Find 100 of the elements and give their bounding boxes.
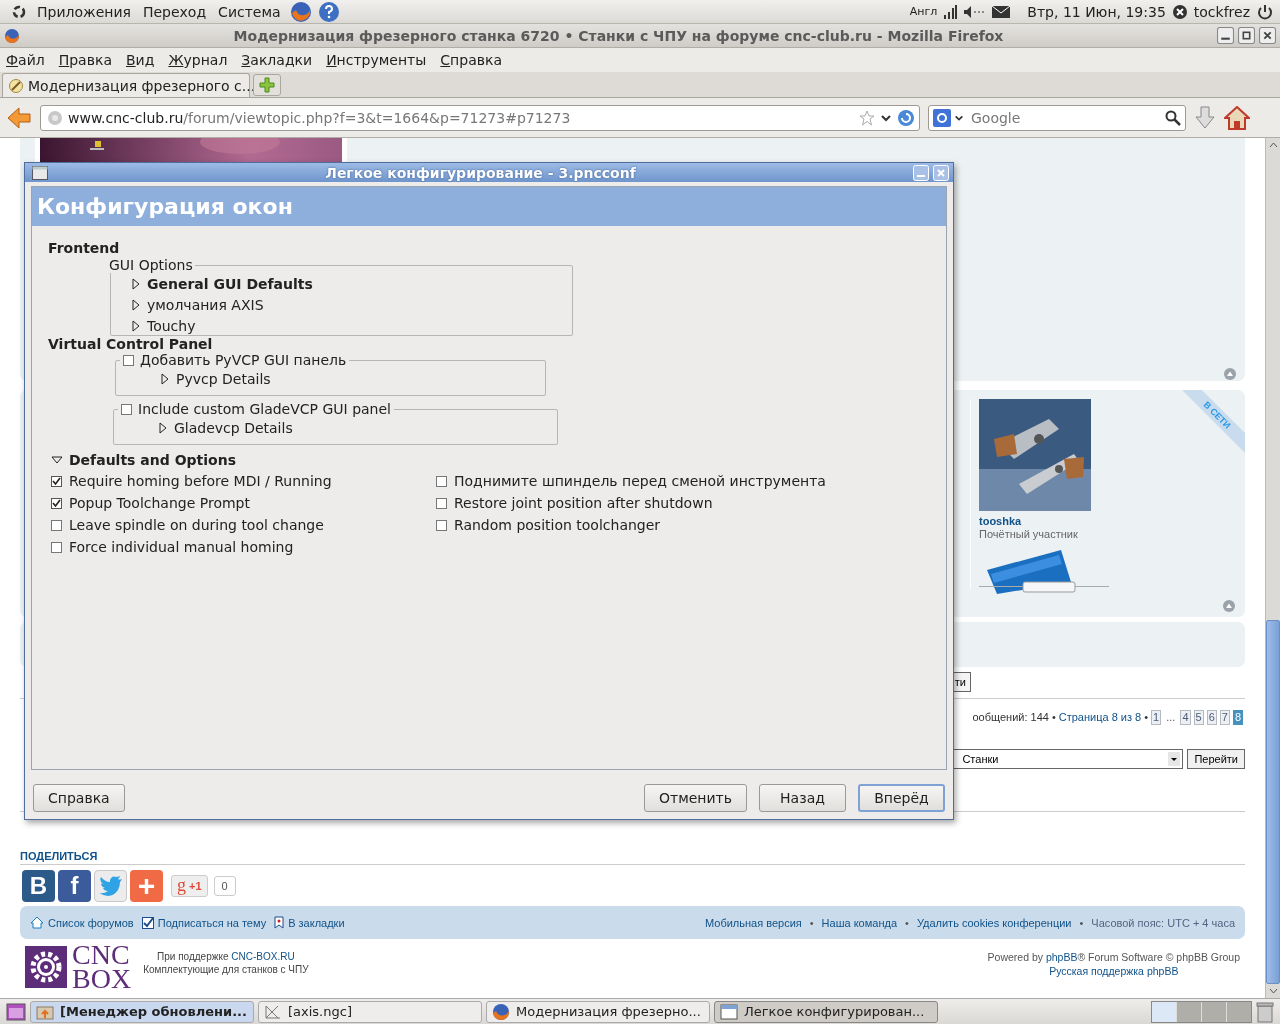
checkbox-label[interactable]: Добавить PyVCP GUI панель — [140, 352, 347, 368]
help-button[interactable]: Справка — [33, 784, 125, 812]
expander-icon[interactable] — [131, 298, 141, 311]
home-icon[interactable] — [1224, 105, 1250, 130]
trash-icon[interactable] — [1256, 1000, 1274, 1023]
checkbox[interactable] — [51, 541, 62, 553]
checkbox[interactable] — [436, 497, 447, 509]
expander-label[interactable]: Gladevcp Details — [174, 420, 293, 436]
reload-icon[interactable] — [897, 108, 915, 127]
checkbox-label[interactable]: Force individual manual homing — [69, 539, 294, 555]
scroll-top-icon[interactable] — [1224, 368, 1236, 380]
go-button[interactable]: Перейти — [1187, 749, 1245, 769]
google-plus-button[interactable]: g +1 — [171, 874, 208, 897]
keyboard-indicator[interactable]: Англ — [909, 5, 938, 18]
checkbox[interactable] — [436, 475, 447, 487]
forum-select[interactable]: Станки — [953, 749, 1184, 769]
expander-icon[interactable] — [51, 453, 63, 466]
clock[interactable]: Втр, 11 Июн, 19:35 — [1027, 3, 1166, 20]
expander-label[interactable]: Touchy — [147, 317, 196, 334]
panel-menu[interactable]: Система — [215, 3, 284, 20]
firefox-icon[interactable] — [289, 0, 312, 23]
dropdown-icon[interactable] — [1168, 752, 1181, 766]
twitter-share-button[interactable] — [94, 869, 127, 902]
expander-label[interactable]: Defaults and Options — [69, 451, 236, 468]
dialog-button[interactable]: Отменить — [644, 784, 747, 812]
facebook-share-button[interactable]: f — [58, 869, 91, 902]
taskbar-button[interactable]: Легкое конфигурирован... — [714, 1000, 938, 1023]
checkbox-label[interactable]: Поднимите шпиндель перед сменой инструмента — [454, 473, 826, 489]
expander-icon[interactable] — [160, 373, 170, 385]
checkbox-label[interactable]: Include custom GladeVCP GUI panel — [138, 401, 391, 417]
dialog-button[interactable]: Назад — [759, 784, 846, 812]
post-count: ообщений: 144 — [972, 711, 1049, 723]
menu-item[interactable]: Правка — [58, 52, 112, 68]
checkbox-label[interactable]: Random position toolchanger — [454, 517, 661, 533]
expander-icon[interactable] — [131, 319, 141, 332]
scroll-top-icon[interactable] — [1223, 600, 1235, 612]
checkbox[interactable] — [51, 497, 62, 509]
menu-item[interactable]: Справка — [440, 52, 502, 68]
nav-link[interactable]: Подписаться на тему — [157, 916, 267, 929]
desktop-icon[interactable] — [6, 1002, 26, 1021]
nav-link[interactable]: Список форумов — [48, 916, 134, 929]
signal-icon[interactable] — [943, 4, 958, 19]
search-engine-icon[interactable] — [933, 108, 951, 127]
phpbb-link[interactable]: phpBB — [1045, 951, 1078, 963]
expander-icon[interactable] — [158, 422, 168, 434]
nav-link[interactable]: В закладки — [288, 916, 345, 929]
checkbox[interactable] — [123, 354, 134, 366]
url-field[interactable]: www.cnc-club.ru/forum/viewtopic.php?f=3&t=1664&p=71273#p71273 — [40, 104, 920, 131]
minimize-icon[interactable] — [1217, 27, 1234, 44]
taskbar-button[interactable]: [Менеджер обновлени... — [30, 1000, 254, 1023]
nav-link[interactable]: Наша команда — [821, 916, 897, 929]
checkbox-label[interactable]: Restore joint position after shutdown — [454, 495, 713, 511]
menu-item[interactable]: Вид — [126, 52, 155, 68]
menu-item[interactable]: Закладки — [241, 52, 313, 68]
volume-icon[interactable] — [963, 4, 986, 19]
panel-menu[interactable]: Приложения — [34, 3, 134, 20]
checkbox[interactable] — [51, 475, 62, 487]
menu-item[interactable]: Файл — [6, 52, 45, 68]
nav-link[interactable]: Мобильная версия — [705, 916, 802, 929]
page-link[interactable]: 7 — [1219, 709, 1230, 725]
mail-icon[interactable] — [991, 4, 1012, 19]
maximize-icon[interactable] — [1238, 27, 1255, 44]
user-name[interactable]: tockfrez — [1193, 3, 1250, 20]
checkbox-label[interactable]: Leave spindle on during tool change — [69, 517, 324, 533]
checkbox[interactable] — [436, 519, 447, 531]
workspace-switcher[interactable] — [1151, 1000, 1252, 1023]
status-icon[interactable] — [1171, 3, 1188, 20]
checkbox[interactable] — [51, 519, 62, 531]
window-icon[interactable] — [32, 165, 48, 180]
author-link[interactable]: tooshka — [979, 515, 1022, 527]
search-icon[interactable] — [1165, 109, 1181, 126]
scrollbar[interactable] — [1265, 138, 1280, 998]
dialog-button[interactable]: Вперёд — [858, 784, 945, 812]
page-link[interactable]: 4 — [1180, 709, 1191, 725]
menu-item[interactable]: Журнал — [168, 52, 228, 68]
vk-share-button[interactable]: B — [22, 869, 55, 902]
expander-label[interactable]: General GUI Defaults — [147, 275, 313, 292]
expander-label[interactable]: Pyvcp Details — [176, 371, 271, 387]
taskbar-button[interactable]: [axis.ngc] — [258, 1000, 482, 1023]
expander-icon[interactable] — [131, 277, 141, 290]
nav-link[interactable]: Удалить cookies конференции — [916, 916, 1072, 929]
sponsor-text: При поддержке CNC-BOX.RU — [157, 951, 295, 962]
expander-label[interactable]: умолчания AXIS — [147, 296, 264, 313]
page-link[interactable]: 5 — [1193, 709, 1204, 725]
page-link[interactable]: 6 — [1206, 709, 1217, 725]
panel-menu[interactable]: Переход — [139, 3, 210, 20]
sponsor-link[interactable]: CNC-BOX.RU — [231, 951, 295, 962]
search-field[interactable]: Google — [928, 104, 1186, 131]
help-icon[interactable] — [317, 0, 340, 23]
checkbox-label[interactable]: Popup Toolchange Prompt — [69, 495, 250, 511]
page-link[interactable]: 1 — [1151, 709, 1162, 725]
taskbar-button[interactable]: Модернизация фрезерно... — [486, 1000, 710, 1023]
close-icon[interactable] — [1259, 27, 1276, 44]
support-link[interactable]: Русская поддержка phpBB — [1049, 965, 1179, 977]
checkbox[interactable] — [121, 403, 132, 415]
checkbox-label[interactable]: Require homing before MDI / Running — [69, 473, 332, 489]
power-icon[interactable] — [1256, 2, 1274, 21]
star-icon[interactable] — [859, 109, 875, 126]
menu-item[interactable]: Инструменты — [326, 52, 427, 68]
back-icon[interactable] — [6, 105, 32, 130]
